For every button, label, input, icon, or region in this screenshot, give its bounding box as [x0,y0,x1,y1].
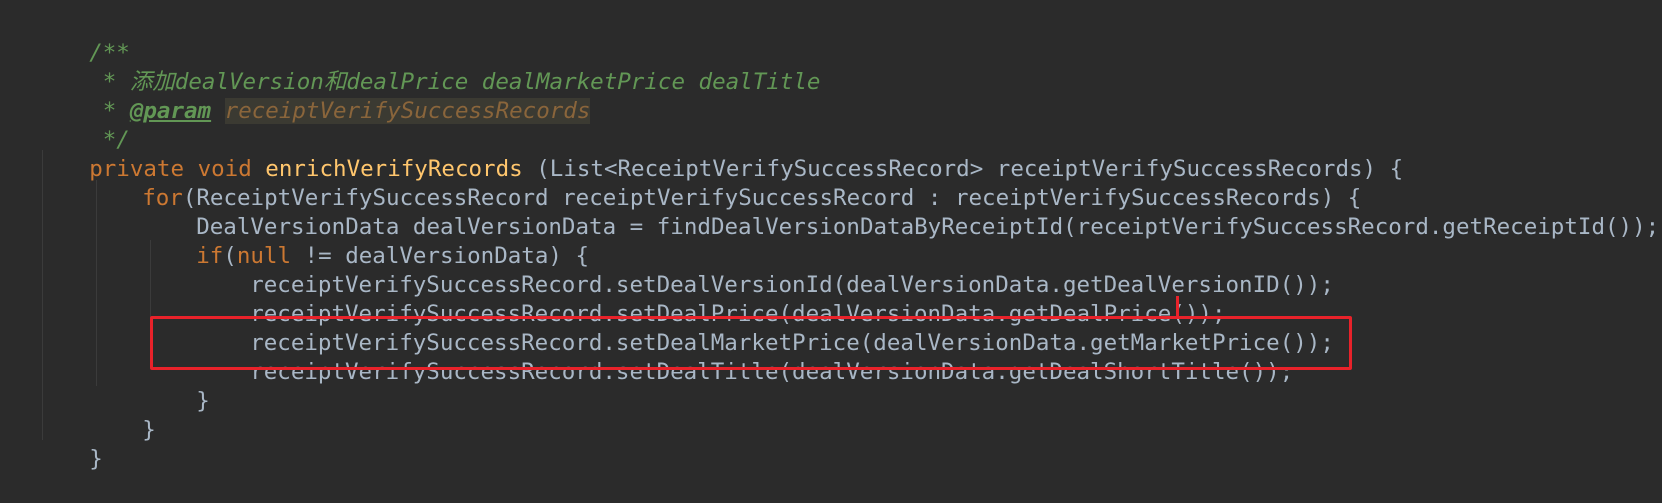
setter-line[interactable]: receiptVerifySuccessRecord.setDealPrice(… [196,271,1225,327]
code-line[interactable]: * 添加dealVersion和dealPrice dealMarketPric… [35,39,821,95]
javadoc-param-name: receiptVerifySuccessRecords [224,98,591,124]
code-editor[interactable]: /** * 添加dealVersion和dealPrice dealMarket… [0,0,1662,472]
setter-line[interactable]: receiptVerifySuccessRecord.setDealVersio… [196,242,1334,298]
closing-brace-if: } [196,388,210,414]
closing-brace-method: } [89,446,103,472]
code-line[interactable]: */ [35,97,130,153]
highlight-box [150,316,1352,370]
closing-brace-line[interactable]: } [88,387,156,443]
if-line[interactable]: if(null != dealVersionData) { [142,213,589,269]
for-loop-line[interactable]: for(ReceiptVerifySuccessRecord receiptVe… [88,155,1361,211]
code-line[interactable]: /** [35,10,130,66]
declaration-line[interactable]: DealVersionData dealVersionData = findDe… [142,184,1659,240]
code-line[interactable]: * @param receiptVerifySuccessRecords [35,68,591,124]
closing-brace-line[interactable]: } [35,416,103,472]
closing-brace-for: } [142,417,156,443]
text-cursor [1176,296,1179,318]
method-signature-line[interactable]: private void enrichVerifyRecords (List<R… [35,126,1403,182]
javadoc-param-tag: @param [129,98,212,124]
